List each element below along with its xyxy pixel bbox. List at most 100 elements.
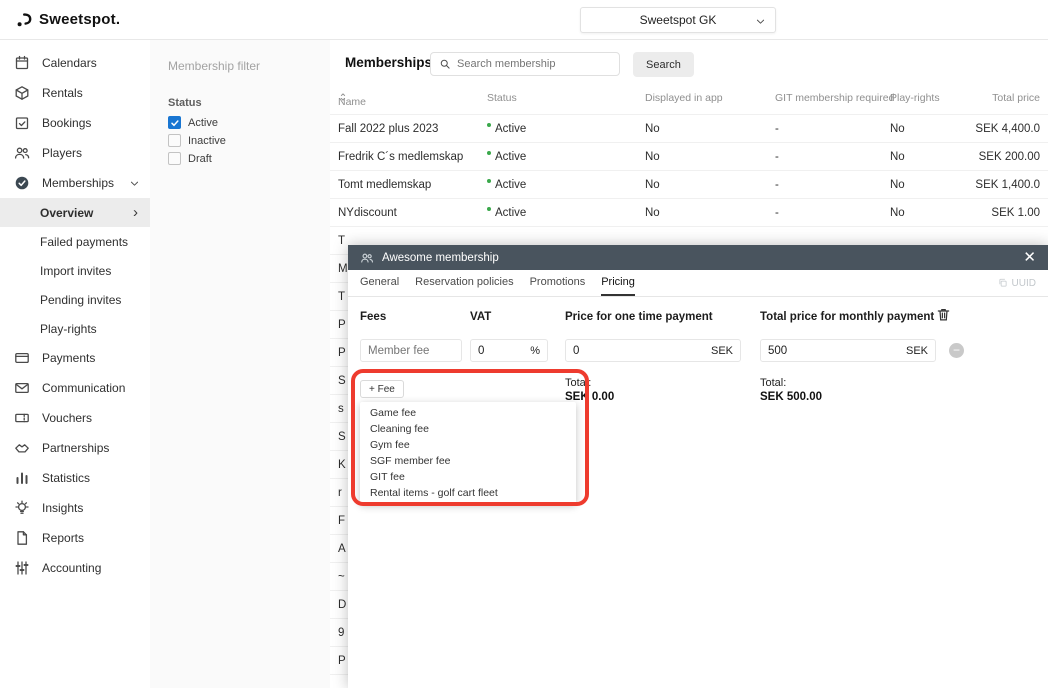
uuid-button[interactable]: UUID: [998, 270, 1036, 296]
memberships-icon: [14, 175, 30, 191]
search-box[interactable]: [430, 52, 620, 76]
vat-input[interactable]: [478, 345, 525, 357]
fee-option-sgf-member-fee[interactable]: SGF member fee: [360, 453, 576, 469]
sidebar-item-insights[interactable]: Insights: [0, 493, 150, 523]
sidebar-item-calendars[interactable]: Calendars: [0, 48, 150, 78]
tab-reservation-policies[interactable]: Reservation policies: [415, 270, 513, 296]
club-selector[interactable]: Sweetspot GK: [580, 7, 776, 33]
close-icon[interactable]: ✕: [1023, 250, 1036, 265]
column-header-status: Status: [487, 92, 517, 104]
checkbox-active[interactable]: [168, 116, 181, 129]
one-time-price-field[interactable]: SEK: [565, 339, 741, 362]
sidebar-item-bookings[interactable]: Bookings: [0, 108, 150, 138]
app-window: Sweetspot. Sweetspot GK Calendars Rental…: [0, 0, 1048, 688]
sidebar-item-payments[interactable]: Payments: [0, 343, 150, 373]
fees-column-header: Fees: [360, 311, 386, 323]
fee-option-cleaning-fee[interactable]: Cleaning fee: [360, 421, 576, 437]
sidebar-item-play-rights[interactable]: Play-rights: [0, 314, 150, 343]
filter-option-label: Active: [188, 117, 218, 129]
trash-icon[interactable]: [936, 307, 951, 327]
table-row[interactable]: Fredrik C´s medlemskap Active No - No SE…: [330, 143, 1048, 171]
sweetspot-logo-icon: [16, 12, 32, 28]
percent-suffix: %: [530, 345, 540, 357]
sidebar-item-label: Bookings: [42, 116, 91, 130]
cell-name: A: [338, 543, 346, 555]
sidebar-item-vouchers[interactable]: Vouchers: [0, 403, 150, 433]
monthly-price-field[interactable]: SEK: [760, 339, 936, 362]
cell-name: K: [338, 459, 346, 471]
cell-total-price: SEK 200.00: [979, 151, 1040, 163]
sidebar-subitem-label: Play-rights: [40, 322, 97, 336]
cell-git: -: [775, 123, 779, 135]
filter-option-active[interactable]: Active: [168, 116, 330, 129]
search-input[interactable]: [457, 58, 611, 70]
column-header-git-membership-required: GIT membership required: [775, 92, 894, 104]
table-row[interactable]: NYdiscount Active No - No SEK 1.00: [330, 199, 1048, 227]
cell-name: D: [338, 599, 346, 611]
filter-option-label: Draft: [188, 153, 212, 165]
column-header-displayed-in-app: Displayed in app: [645, 92, 723, 104]
sidebar-item-communication[interactable]: Communication: [0, 373, 150, 403]
sidebar-item-rentals[interactable]: Rentals: [0, 78, 150, 108]
cell-name: P: [338, 319, 346, 331]
sidebar-subitem-label: Overview: [40, 206, 93, 220]
monthly-price-input[interactable]: [768, 345, 901, 357]
currency-suffix: SEK: [711, 345, 733, 357]
sidebar-item-failed-payments[interactable]: Failed payments: [0, 227, 150, 256]
column-header-name[interactable]: Name: [338, 92, 348, 102]
cell-name: T: [338, 235, 345, 247]
add-fee-button[interactable]: + Fee: [360, 380, 404, 398]
table-row[interactable]: Tomt medlemskap Active No - No SEK 1,400…: [330, 171, 1048, 199]
cell-git: -: [775, 207, 779, 219]
sidebar-item-statistics[interactable]: Statistics: [0, 463, 150, 493]
checkbox-draft[interactable]: [168, 152, 181, 165]
sidebar-item-partnerships[interactable]: Partnerships: [0, 433, 150, 463]
one-time-price-input[interactable]: [573, 345, 706, 357]
members-icon: [360, 251, 374, 265]
one-time-price-column-header: Price for one time payment: [565, 311, 713, 323]
credit-card-icon: [14, 350, 30, 366]
tab-pricing[interactable]: Pricing: [601, 270, 635, 296]
cell-displayed: No: [645, 179, 660, 191]
fee-option-gym-fee[interactable]: Gym fee: [360, 437, 576, 453]
sidebar-item-label: Reports: [42, 531, 84, 545]
fee-option-game-fee[interactable]: Game fee: [360, 405, 576, 421]
modal-title: Awesome membership: [382, 252, 499, 264]
remove-fee-icon[interactable]: −: [949, 343, 964, 358]
sidebar-item-players[interactable]: Players: [0, 138, 150, 168]
sidebar-item-reports[interactable]: Reports: [0, 523, 150, 553]
sidebar-item-accounting[interactable]: Accounting: [0, 553, 150, 583]
filter-option-inactive[interactable]: Inactive: [168, 134, 330, 147]
fee-name-input[interactable]: [368, 345, 454, 357]
vat-field[interactable]: %: [470, 339, 548, 362]
cell-name: P: [338, 655, 346, 667]
sidebar: Calendars Rentals Bookings Players Membe…: [0, 40, 150, 688]
sidebar-item-overview[interactable]: Overview ›: [0, 198, 150, 227]
search-button[interactable]: Search: [633, 52, 694, 77]
lightbulb-icon: [14, 500, 30, 516]
table-row[interactable]: Fall 2022 plus 2023 Active No - No SEK 4…: [330, 115, 1048, 143]
checkbox-inactive[interactable]: [168, 134, 181, 147]
sidebar-item-pending-invites[interactable]: Pending invites: [0, 285, 150, 314]
fee-option-rental-items[interactable]: Rental items - golf cart fleet: [360, 485, 576, 501]
tab-promotions[interactable]: Promotions: [530, 270, 586, 296]
sidebar-item-import-invites[interactable]: Import invites: [0, 256, 150, 285]
page-title: Memberships: [345, 55, 432, 70]
brand: Sweetspot.: [0, 11, 120, 28]
sidebar-item-label: Insights: [42, 501, 83, 515]
envelope-icon: [14, 380, 30, 396]
sidebar-subitem-label: Pending invites: [40, 293, 121, 307]
chevron-down-icon: [129, 178, 140, 189]
tab-general[interactable]: General: [360, 270, 399, 296]
cell-displayed: No: [645, 151, 660, 163]
rentals-icon: [14, 85, 30, 101]
filter-option-draft[interactable]: Draft: [168, 152, 330, 165]
cell-name: Fall 2022 plus 2023: [338, 123, 438, 135]
sidebar-item-memberships[interactable]: Memberships: [0, 168, 150, 198]
fee-option-git-fee[interactable]: GIT fee: [360, 469, 576, 485]
cell-total-price: SEK 4,400.0: [975, 123, 1040, 135]
membership-filter-panel: Membership filter Status Active Inactive…: [150, 40, 330, 688]
fee-name-field[interactable]: [360, 339, 462, 362]
sliders-icon: [14, 560, 30, 576]
document-icon: [14, 530, 30, 546]
